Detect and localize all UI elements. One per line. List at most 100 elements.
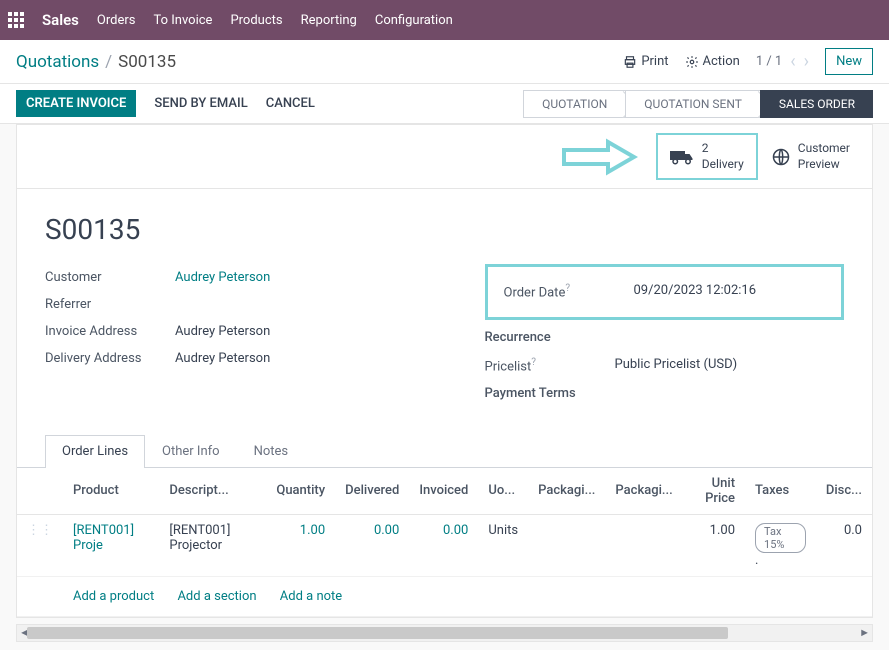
pager-value: 1 / 1 [756,54,782,69]
cell-tax[interactable]: Tax 15% . [745,514,816,576]
tab-order-lines[interactable]: Order Lines [45,435,145,468]
col-packaging1[interactable]: Packagi... [528,468,605,515]
breadcrumb-current: S00135 [118,52,176,72]
new-button[interactable]: New [825,48,873,75]
create-invoice-button[interactable]: CREATE INVOICE [16,90,136,117]
cell-invoiced[interactable]: 0.00 [409,514,478,576]
cell-pack2[interactable] [605,514,682,576]
nav-configuration[interactable]: Configuration [375,13,453,28]
add-note-link[interactable]: Add a note [280,589,342,604]
annotation-arrow-icon [560,138,638,176]
label-payment-terms: Payment Terms [485,386,615,401]
preview-line2: Preview [798,157,850,173]
tab-notes[interactable]: Notes [237,435,306,467]
col-product[interactable]: Product [63,468,159,515]
print-icon [623,55,637,69]
right-column: Order Date? 09/20/2023 12:02:16 Recurren… [485,264,845,407]
preview-line1: Customer [798,141,850,157]
scrollbar-thumb[interactable] [27,627,728,639]
cell-pack1[interactable] [528,514,605,576]
label-referrer: Referrer [45,297,175,312]
value-invoice-address[interactable]: Audrey Peterson [175,324,270,339]
cell-product[interactable]: [RENT001] Proje [73,523,134,553]
col-unit-price[interactable]: Unit Price [683,468,745,515]
field-pricelist: Pricelist? Public Pricelist (USD) [485,351,845,380]
drag-handle-icon[interactable]: ⋮⋮ [17,514,63,576]
record-title: S00135 [45,213,844,246]
order-lines-table: Product Descript... Quantity Delivered I… [17,468,872,617]
breadcrumb-sep: / [105,52,112,72]
add-row: Add a product Add a section Add a note [17,576,872,616]
cell-unit-price[interactable]: 1.00 [683,514,745,576]
step-sales-order[interactable]: SALES ORDER [760,90,873,118]
label-customer: Customer [45,270,175,285]
col-delivered[interactable]: Delivered [335,468,409,515]
cell-description[interactable]: [RENT001] Projector [159,514,266,576]
nav-products[interactable]: Products [230,13,282,28]
cell-uom[interactable]: Units [478,514,528,576]
col-packaging2[interactable]: Packagi... [605,468,682,515]
add-product-link[interactable]: Add a product [73,589,154,604]
help-icon[interactable]: ? [565,283,570,294]
pager-prev[interactable]: ‹ [790,51,795,72]
col-description[interactable]: Descript... [159,468,266,515]
step-quotation[interactable]: QUOTATION [523,90,625,118]
left-column: Customer Audrey Peterson Referrer Invoic… [45,264,405,407]
field-recurrence: Recurrence [485,324,845,351]
field-invoice-address: Invoice Address Audrey Peterson [45,318,405,345]
cell-delivered[interactable]: 0.00 [335,514,409,576]
form-card: 2 Delivery Customer Preview S00135 Custo… [16,124,873,618]
breadcrumb: Quotations / S00135 [16,52,176,72]
delivery-stat-button[interactable]: 2 Delivery [656,133,758,180]
help-icon[interactable]: ? [531,357,536,368]
gear-icon [685,55,699,69]
col-invoiced[interactable]: Invoiced [409,468,478,515]
pager-next[interactable]: › [804,51,809,72]
breadcrumb-bar: Quotations / S00135 Print Action 1 / 1 ‹ ›… [0,40,889,84]
cell-disc[interactable]: 0.0 [816,514,872,576]
send-email-button[interactable]: SEND BY EMAIL [154,96,247,111]
field-referrer: Referrer [45,291,405,318]
label-pricelist: Pricelist? [485,357,615,374]
label-delivery-address: Delivery Address [45,351,175,366]
tab-other-info[interactable]: Other Info [145,435,237,467]
nav-reporting[interactable]: Reporting [301,13,357,28]
breadcrumb-parent[interactable]: Quotations [16,52,99,72]
col-uom[interactable]: Uo... [478,468,528,515]
action-button[interactable]: Action [685,54,740,69]
cell-quantity[interactable]: 1.00 [266,514,335,576]
field-payment-terms: Payment Terms [485,380,845,407]
print-button[interactable]: Print [623,54,668,69]
app-name: Sales [42,11,79,29]
globe-icon [772,148,790,166]
truck-icon [670,148,694,166]
delivery-label: Delivery [702,157,744,173]
col-disc[interactable]: Disc... [816,468,872,515]
action-bar: CREATE INVOICE SEND BY EMAIL CANCEL QUOT… [0,84,889,124]
step-quotation-sent[interactable]: QUOTATION SENT [625,90,760,118]
value-pricelist[interactable]: Public Pricelist (USD) [615,357,738,374]
label-invoice-address: Invoice Address [45,324,175,339]
status-steps: QUOTATION QUOTATION SENT SALES ORDER [523,90,873,118]
value-delivery-address[interactable]: Audrey Peterson [175,351,270,366]
table-header-row: Product Descript... Quantity Delivered I… [17,468,872,515]
app-topbar: Sales Orders To Invoice Products Reporti… [0,0,889,40]
apps-icon[interactable] [8,12,24,28]
stat-buttons: 2 Delivery Customer Preview [17,125,872,189]
col-taxes[interactable]: Taxes [745,468,816,515]
table-row[interactable]: ⋮⋮ [RENT001] Proje [RENT001] Projector 1… [17,514,872,576]
field-delivery-address: Delivery Address Audrey Peterson [45,345,405,372]
value-order-date[interactable]: 09/20/2023 12:02:16 [634,283,757,300]
horizontal-scrollbar[interactable] [16,624,873,642]
cancel-button[interactable]: CANCEL [266,96,315,111]
label-recurrence: Recurrence [485,330,615,345]
col-quantity[interactable]: Quantity [266,468,335,515]
add-section-link[interactable]: Add a section [177,589,256,604]
value-customer[interactable]: Audrey Peterson [175,270,270,285]
label-order-date: Order Date? [504,283,634,300]
pager: 1 / 1 ‹ › [756,51,809,72]
print-label: Print [641,54,668,69]
nav-to-invoice[interactable]: To Invoice [153,13,212,28]
customer-preview-button[interactable]: Customer Preview [758,133,864,180]
nav-orders[interactable]: Orders [97,13,136,28]
